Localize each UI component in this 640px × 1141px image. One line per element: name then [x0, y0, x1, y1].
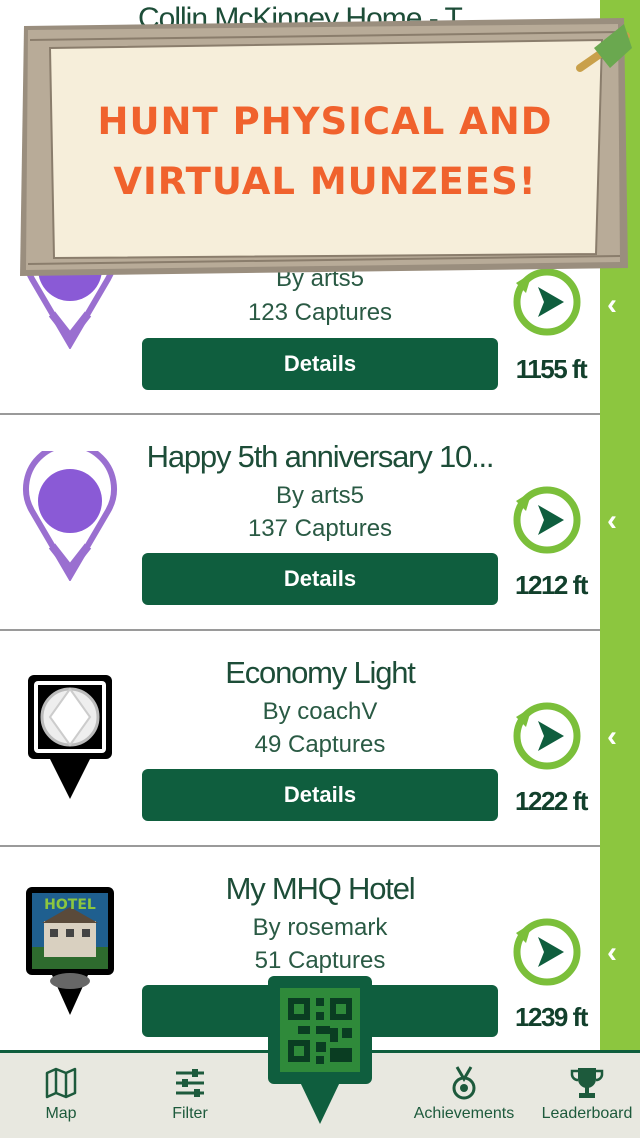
details-button[interactable]: Details [142, 553, 498, 605]
item-distance: 1222 ft [515, 786, 588, 816]
list-item[interactable]: Happy 5th anniversary 10... By arts5 137… [0, 415, 600, 631]
chevron-left-icon[interactable]: ‹ [607, 720, 617, 754]
item-captures: 123 Captures [247, 299, 393, 326]
banner-line-1: HUNT PHYSICAL AND [97, 100, 553, 143]
banner-line-2: VIRTUAL MUNZEES! [113, 160, 537, 203]
details-button[interactable]: Details [142, 338, 498, 390]
compass-arrow-icon[interactable] [508, 481, 586, 559]
details-button[interactable]: Details [142, 769, 498, 821]
item-captures: 137 Captures [247, 515, 393, 542]
chevron-left-icon[interactable]: ‹ [607, 288, 617, 322]
item-title[interactable]: Happy 5th anniversary 10... [120, 439, 520, 475]
item-title[interactable]: My MHQ Hotel [120, 871, 520, 907]
tab-achievements-label: Achievements [413, 1105, 515, 1122]
qr-capture-button[interactable] [268, 976, 372, 1126]
tab-map-label: Map [45, 1105, 77, 1122]
item-distance: 1212 ft [515, 570, 588, 600]
svg-text:HOTEL: HOTEL [44, 897, 96, 913]
hotel-pin-icon: HOTEL [26, 887, 114, 1015]
item-title[interactable]: Economy Light [120, 655, 520, 691]
banner-headline: HUNT PHYSICAL AND VIRTUAL MUNZEES! [60, 92, 590, 212]
chevron-left-icon[interactable]: ‹ [607, 504, 617, 538]
item-author: By coachV [262, 698, 378, 725]
tab-achievements[interactable]: Achievements [404, 1053, 524, 1141]
compass-arrow-icon[interactable] [508, 697, 586, 775]
map-icon [45, 1067, 77, 1099]
item-author: By arts5 [275, 482, 365, 509]
tab-filter-label: Filter [172, 1105, 208, 1122]
item-captures: 49 Captures [254, 731, 386, 758]
item-distance: 1155 ft [515, 354, 588, 384]
purple-gem-virtual-icon [23, 451, 117, 581]
medal-icon [452, 1066, 476, 1100]
trophy-icon [570, 1068, 604, 1098]
tab-filter[interactable]: Filter [160, 1053, 220, 1141]
tab-leaderboard[interactable]: Leaderboard [534, 1053, 640, 1141]
white-diamond-pin-icon [28, 675, 112, 799]
compass-arrow-icon[interactable] [508, 913, 586, 991]
item-captures: 51 Captures [254, 947, 386, 974]
chevron-left-icon[interactable]: ‹ [607, 936, 617, 970]
tab-leaderboard-label: Leaderboard [541, 1105, 633, 1122]
item-distance: 1239 ft [515, 1002, 588, 1032]
tab-map[interactable]: Map [28, 1053, 94, 1141]
sliders-icon [176, 1069, 204, 1097]
list-item[interactable]: Economy Light By coachV 49 Captures Deta… [0, 631, 600, 847]
item-author: By rosemark [252, 914, 388, 941]
